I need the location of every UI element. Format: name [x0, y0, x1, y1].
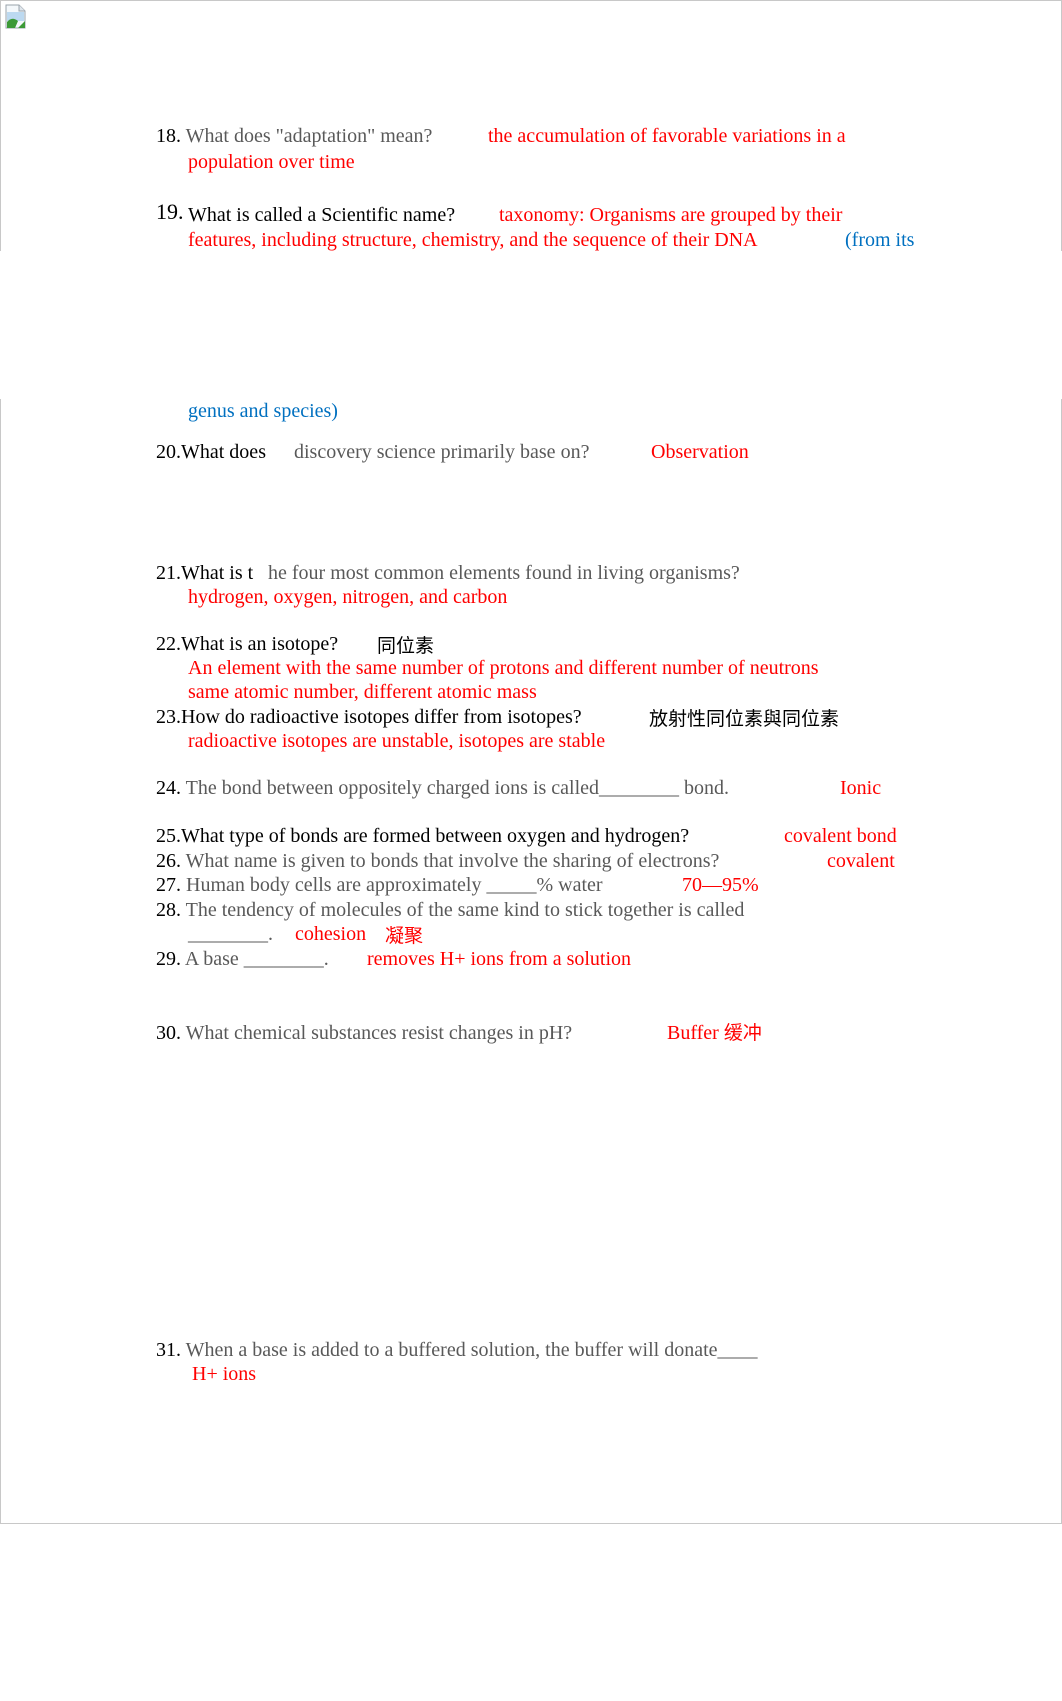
- page-break-gap: [0, 251, 1062, 399]
- question-20: 20.What does: [156, 440, 266, 464]
- question-text-21-part2: he four most common elements found in li…: [268, 562, 740, 584]
- question-number: 18.: [156, 125, 181, 147]
- answer-23: radioactive isotopes are unstable, isoto…: [188, 730, 606, 752]
- question-text-part1: What does: [181, 441, 266, 463]
- answer-25: covalent bond: [784, 825, 897, 847]
- question-text: What name is given to bonds that involve…: [185, 850, 720, 872]
- answer-22-line2: same atomic number, different atomic mas…: [188, 681, 537, 703]
- question-number: 28.: [156, 899, 181, 921]
- question-text-line1: The tendency of molecules of the same ki…: [185, 899, 745, 921]
- answer-18-line2: population over time: [188, 151, 355, 173]
- note-19-part2: genus and species): [188, 400, 338, 422]
- question-22: 22.What is an isotope?: [156, 632, 338, 656]
- answer-26: covalent: [827, 850, 895, 872]
- question-text: What chemical substances resist changes …: [185, 1022, 573, 1044]
- answer-27: 70—95%: [682, 874, 759, 896]
- answer-text: Buffer: [667, 1022, 719, 1044]
- answer-31: H+ ions: [192, 1363, 257, 1385]
- question-text: The bond between oppositely charged ions…: [185, 777, 730, 799]
- question-number: 30.: [156, 1022, 181, 1044]
- question-number: 31.: [156, 1339, 181, 1361]
- translation-22: 同位素: [377, 635, 435, 657]
- question-text-19: What is called a Scientific name?: [188, 204, 456, 226]
- question-text: A base ________.: [184, 948, 329, 970]
- answer-22-line1: An element with the same number of proto…: [188, 657, 819, 679]
- question-text: When a base is added to a buffered solut…: [185, 1339, 758, 1361]
- question-text: What type of bonds are formed between ox…: [181, 825, 690, 847]
- question-text-part1: What is t: [181, 562, 254, 584]
- question-number: 20.: [156, 441, 181, 463]
- question-26: 26. What name is given to bonds that inv…: [156, 849, 719, 873]
- question-number: 25.: [156, 825, 181, 847]
- question-number: 22.: [156, 633, 181, 655]
- answer-18-line1: the accumulation of favorable variations…: [488, 125, 846, 147]
- translation-28: 凝聚: [385, 925, 424, 947]
- question-21: 21.What is t: [156, 561, 253, 585]
- question-27: 27. Human body cells are approximately _…: [156, 873, 603, 897]
- answer-24: Ionic: [840, 777, 882, 799]
- question-30: 30. What chemical substances resist chan…: [156, 1021, 572, 1045]
- question-number: 26.: [156, 850, 181, 872]
- question-28: 28. The tendency of molecules of the sam…: [156, 898, 744, 922]
- question-29: 29. A base ________.: [156, 947, 329, 971]
- answer-19-line1: taxonomy: Organisms are grouped by their: [499, 204, 843, 226]
- question-25: 25.What type of bonds are formed between…: [156, 824, 689, 848]
- question-24: 24. The bond between oppositely charged …: [156, 776, 729, 800]
- answer-30: Buffer 缓冲: [667, 1021, 762, 1045]
- question-number: 23.: [156, 706, 181, 728]
- answer-28: cohesion: [295, 923, 367, 945]
- question-31: 31. When a base is added to a buffered s…: [156, 1338, 758, 1362]
- broken-image-icon: [5, 4, 26, 29]
- question-text-20-part2: discovery science primarily base on?: [294, 441, 590, 463]
- answer-19-line2: features, including structure, chemistry…: [188, 229, 758, 251]
- question-text: What is an isotope?: [181, 633, 339, 655]
- question-number: 24.: [156, 777, 181, 799]
- answer-29: removes H+ ions from a solution: [367, 948, 632, 970]
- answer-20: Observation: [651, 441, 749, 463]
- question-number: 27.: [156, 874, 181, 896]
- note-19-part1: (from its: [845, 229, 915, 251]
- question-text: Human body cells are approximately _____…: [186, 874, 603, 896]
- question-19: 19.: [156, 200, 184, 225]
- question-text: How do radioactive isotopes differ from …: [181, 706, 582, 728]
- question-text: What does "adaptation" mean?: [185, 125, 433, 147]
- translation-30: 缓冲: [723, 1022, 762, 1044]
- answer-21: hydrogen, oxygen, nitrogen, and carbon: [188, 586, 508, 608]
- question-number: 19.: [156, 199, 184, 224]
- question-text-28-line2: ________.: [188, 923, 273, 945]
- question-23: 23.How do radioactive isotopes differ fr…: [156, 705, 582, 729]
- question-number: 21.: [156, 562, 181, 584]
- question-18: 18. What does "adaptation" mean?: [156, 124, 432, 148]
- translation-23: 放射性同位素與同位素: [649, 708, 840, 730]
- question-number: 29.: [156, 948, 181, 970]
